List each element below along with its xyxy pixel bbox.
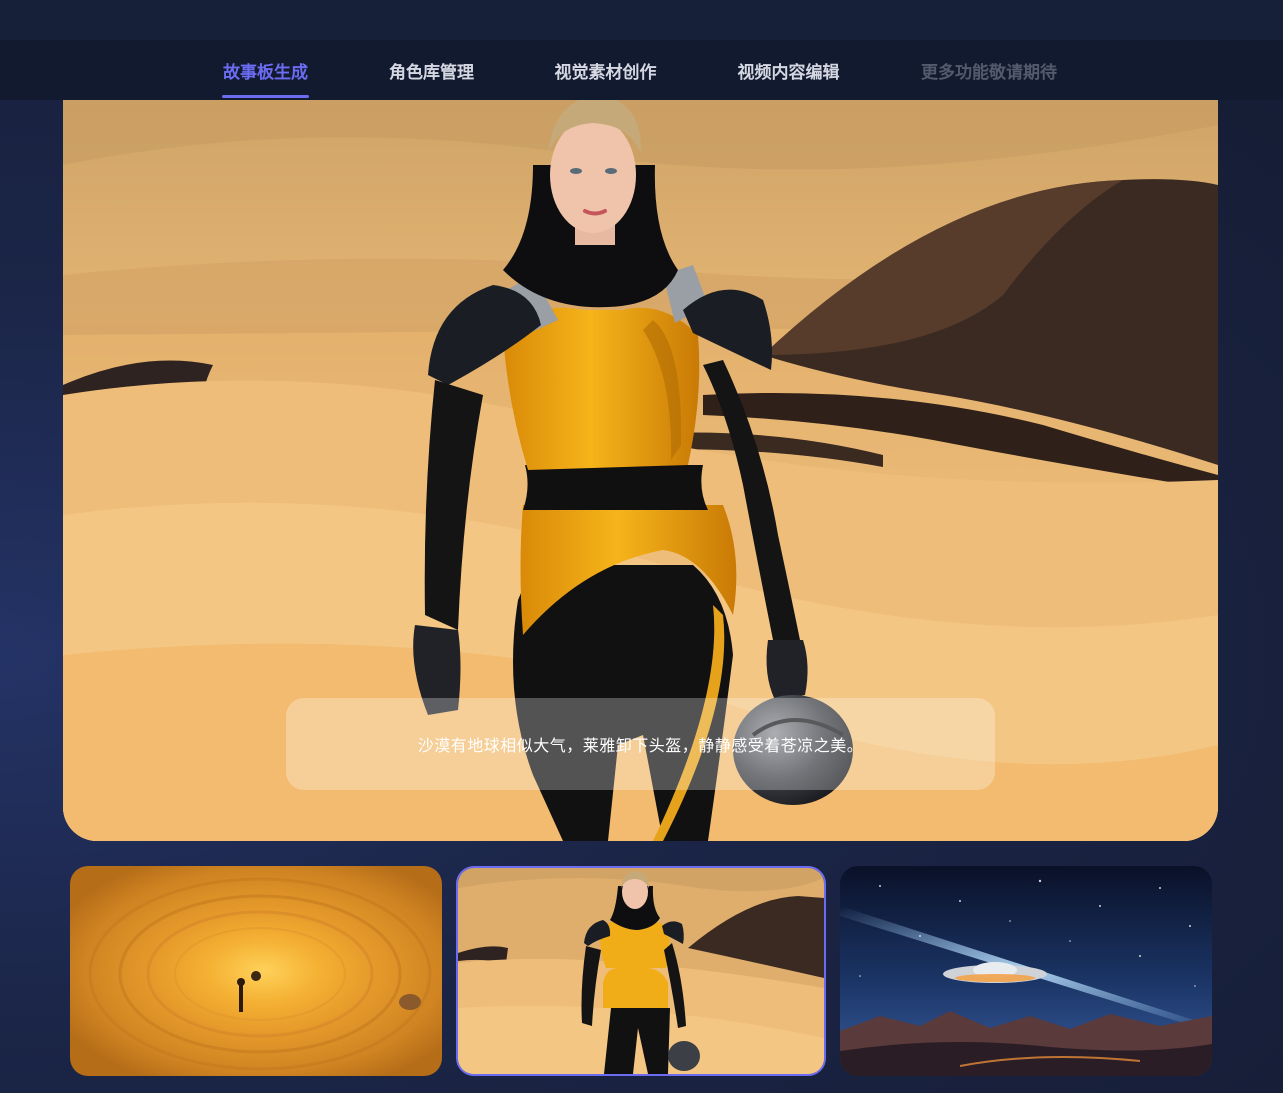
tab-storyboard-label: 故事板生成 [223, 62, 308, 83]
nav-bar: 故事板生成 角色库管理 视觉素材创作 视频内容编辑 更多功能敬请期待 [0, 40, 1283, 100]
tab-storyboard[interactable]: 故事板生成 [222, 40, 309, 100]
thumbnail-ufo-scene[interactable] [840, 866, 1212, 1076]
tab-video-editing[interactable]: 视频内容编辑 [736, 40, 841, 100]
tab-visual-assets-label: 视觉素材创作 [554, 62, 657, 83]
tab-coming-soon-label: 更多功能敬请期待 [921, 62, 1057, 83]
crater-scene-illustration [70, 866, 442, 1076]
tab-video-editing-label: 视频内容编辑 [737, 62, 840, 83]
desert-woman-thumb-illustration [458, 868, 824, 1074]
tab-character-library[interactable]: 角色库管理 [388, 40, 475, 100]
thumbnail-crater-scene[interactable] [70, 866, 442, 1076]
tab-visual-assets[interactable]: 视觉素材创作 [553, 40, 658, 100]
tab-character-library-label: 角色库管理 [389, 62, 474, 83]
main-scene-image: 沙漠有地球相似大气，莱雅卸下头盔，静静感受着苍凉之美。 [63, 95, 1218, 841]
scene-caption-box: 沙漠有地球相似大气，莱雅卸下头盔，静静感受着苍凉之美。 [286, 698, 995, 790]
tab-coming-soon: 更多功能敬请期待 [919, 40, 1059, 100]
scene-caption: 沙漠有地球相似大气，莱雅卸下头盔，静静感受着苍凉之美。 [417, 736, 864, 755]
active-tab-underline [222, 95, 309, 98]
top-strip [0, 0, 1283, 40]
thumbnail-desert-woman-selected[interactable] [456, 866, 826, 1076]
ufo-scene-illustration [840, 866, 1212, 1076]
